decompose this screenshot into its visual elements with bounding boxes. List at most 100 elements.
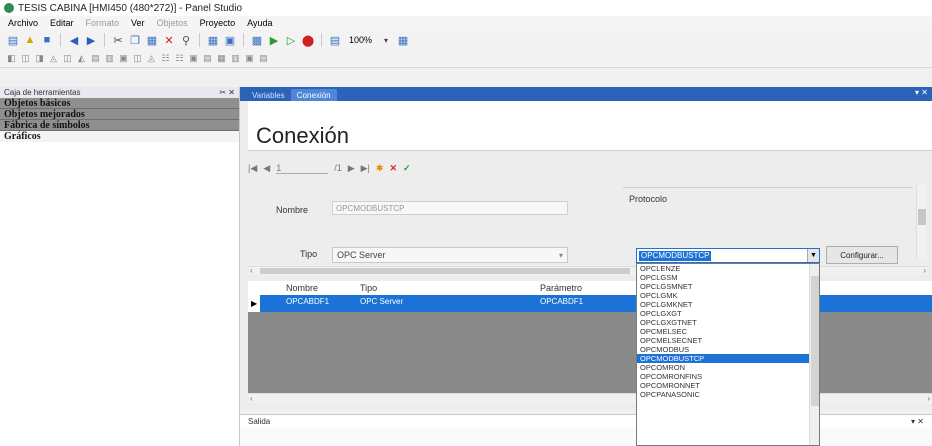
hspace-icon[interactable]: ◫ [132, 53, 143, 64]
dropdown-option[interactable]: OPCMELSECNET [637, 336, 819, 345]
configure-button[interactable]: Configurar... [826, 246, 898, 264]
tab-variables[interactable]: Variables [246, 89, 291, 101]
scroll-right-icon[interactable]: › [927, 394, 930, 403]
menu-ayuda[interactable]: Ayuda [247, 18, 272, 28]
vspace-icon[interactable]: ◬ [146, 53, 157, 64]
find-icon[interactable]: ⚲ [179, 33, 193, 47]
align-bottom-icon[interactable]: ◭ [76, 53, 87, 64]
undo-icon[interactable]: ◀ [67, 33, 81, 47]
toolbox-pin-icon[interactable]: ✂ ✕ [219, 88, 235, 97]
align-left-icon[interactable]: ◧ [6, 53, 17, 64]
bring-front-icon[interactable]: ▣ [188, 53, 199, 64]
dropdown-option[interactable]: OPCPANASONIC [637, 390, 819, 399]
cell-tipo[interactable]: OPC Server [360, 297, 403, 306]
scrollbar-thumb[interactable] [918, 209, 926, 225]
snap-icon[interactable]: ▣ [223, 33, 237, 47]
chevron-down-icon[interactable]: ▼ [807, 249, 819, 262]
open-folder-icon[interactable]: ▲ [23, 33, 37, 47]
table-row[interactable]: ▶ OPCABDF1 OPC Server OPCABDF1 [248, 295, 932, 312]
align-right-icon[interactable]: ◨ [34, 53, 45, 64]
cell-parametro[interactable]: OPCABDF1 [540, 297, 583, 306]
dropdown-option[interactable]: OPCOMRON [637, 363, 819, 372]
dropdown-option[interactable]: OPCLGSM [637, 273, 819, 282]
dropdown-option[interactable]: OPCOMRONFINS [637, 372, 819, 381]
order-icon[interactable]: ▤ [258, 53, 269, 64]
scroll-left-icon[interactable]: ‹ [250, 394, 253, 403]
column-header-nombre[interactable]: Nombre [286, 283, 318, 293]
align-top-icon[interactable]: ◬ [48, 53, 59, 64]
dropdown-option[interactable]: OPCLGXGTNET [637, 318, 819, 327]
menu-proyecto[interactable]: Proyecto [200, 18, 236, 28]
send-back-icon[interactable]: ▤ [202, 53, 213, 64]
last-record-icon[interactable]: ▶| [361, 163, 370, 174]
dropdown-option[interactable]: OPCLGXGT [637, 309, 819, 318]
output-controls-icon[interactable]: ▾ ✕ [911, 417, 924, 426]
add-record-icon[interactable]: ✱ [376, 163, 384, 174]
prev-record-icon[interactable]: ◀ [263, 163, 270, 174]
menu-objetos[interactable]: Objetos [157, 18, 188, 28]
form-vertical-scrollbar[interactable] [916, 185, 926, 259]
align-middle-icon[interactable]: ◫ [62, 53, 73, 64]
same-width-icon[interactable]: ▤ [90, 53, 101, 64]
redo-icon[interactable]: ▶ [84, 33, 98, 47]
play-icon[interactable]: ▷ [284, 33, 298, 47]
record-position[interactable]: 1 [276, 163, 329, 174]
align-center-icon[interactable]: ◫ [20, 53, 31, 64]
dropdown-option[interactable]: OPCLGMK [637, 291, 819, 300]
zoom-level[interactable]: 100% [349, 35, 372, 45]
dropdown-option[interactable]: OPCOMRONNET [637, 381, 819, 390]
next-record-icon[interactable]: ▶ [348, 163, 355, 174]
dropdown-option[interactable]: OPCMODBUS [637, 345, 819, 354]
protocol-select[interactable]: OPCMODBUSTCP ▼ [636, 248, 820, 263]
save-icon[interactable]: ■ [40, 33, 54, 47]
type-select[interactable]: OPC Server ▾ [332, 247, 568, 263]
download-icon[interactable]: ▤ [328, 33, 342, 47]
menu-archivo[interactable]: Archivo [8, 18, 38, 28]
save-record-icon[interactable]: ✓ [403, 163, 411, 174]
dropdown-option[interactable]: OPCLGMKNET [637, 300, 819, 309]
toolbox-group-fabrica-simbolos[interactable]: Fábrica de símbolos [0, 120, 239, 131]
run-icon[interactable]: ▶ [267, 33, 281, 47]
zoom-dropdown-icon[interactable]: ▾ [379, 33, 393, 47]
stop-icon[interactable]: ⬤ [301, 33, 315, 47]
dropdown-option[interactable]: OPCMODBUSTCP [637, 354, 819, 363]
paste-icon[interactable]: ▦ [145, 33, 159, 47]
compile-icon[interactable]: ▩ [250, 33, 264, 47]
pane-controls-icon[interactable]: ▾ ✕ [915, 88, 928, 97]
delete-record-icon[interactable]: ✕ [389, 163, 397, 174]
tab-conexion[interactable]: Conexión [290, 89, 337, 101]
toolbox-group-objetos-mejorados[interactable]: Objetos mejorados [0, 109, 239, 120]
chevron-down-icon[interactable]: ▾ [559, 251, 563, 260]
column-header-parametro[interactable]: Parámetro [540, 283, 582, 293]
column-header-tipo[interactable]: Tipo [360, 283, 377, 293]
scrollbar-thumb[interactable] [260, 268, 630, 274]
center-h-icon[interactable]: ☷ [160, 53, 171, 64]
toolbox-group-graficos[interactable]: Gráficos [0, 131, 239, 142]
toolbox-group-objetos-basicos[interactable]: Objetos básicos [0, 98, 239, 109]
menu-ver[interactable]: Ver [131, 18, 145, 28]
menu-editar[interactable]: Editar [50, 18, 74, 28]
row-selector-icon[interactable]: ▶ [248, 295, 260, 312]
scroll-right-icon[interactable]: › [923, 266, 926, 275]
grid-icon[interactable]: ▦ [206, 33, 220, 47]
same-size-icon[interactable]: ▣ [118, 53, 129, 64]
same-height-icon[interactable]: ▥ [104, 53, 115, 64]
lock-icon[interactable]: ▣ [244, 53, 255, 64]
protocol-dropdown-list[interactable]: OPCLENZE OPCLGSM OPCLGSMNET OPCLGMK OPCLGMKN… [636, 263, 820, 446]
scroll-left-icon[interactable]: ‹ [250, 266, 253, 275]
form-horizontal-scrollbar[interactable]: ‹ › [248, 266, 928, 275]
group-icon[interactable]: ▦ [216, 53, 227, 64]
zoom-fit-icon[interactable]: ▦ [396, 33, 410, 47]
name-field[interactable]: OPCMODBUSTCP [332, 201, 568, 215]
first-record-icon[interactable]: |◀ [248, 163, 257, 174]
menu-formato[interactable]: Formato [86, 18, 120, 28]
dropdown-scrollbar[interactable] [809, 264, 819, 445]
dropdown-option[interactable]: OPCLENZE [637, 264, 819, 273]
center-v-icon[interactable]: ☷ [174, 53, 185, 64]
new-project-icon[interactable]: ▤ [6, 33, 20, 47]
cut-icon[interactable]: ✂ [111, 33, 125, 47]
ungroup-icon[interactable]: ▥ [230, 53, 241, 64]
delete-icon[interactable]: ✕ [162, 33, 176, 47]
dropdown-option[interactable]: OPCLGSMNET [637, 282, 819, 291]
copy-icon[interactable]: ❐ [128, 33, 142, 47]
